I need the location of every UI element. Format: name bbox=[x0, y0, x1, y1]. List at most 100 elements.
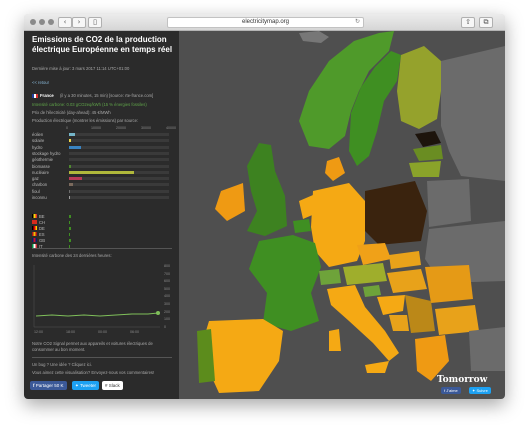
history-y-tick: 700 bbox=[164, 271, 170, 276]
facebook-like-label: J'aime bbox=[446, 388, 458, 393]
country-meta: (il y a 30 minutes, 15 min) [source: rte… bbox=[60, 93, 154, 98]
flag-es-icon bbox=[32, 232, 37, 236]
source-bar-track bbox=[69, 139, 169, 143]
region-sicily bbox=[365, 361, 389, 373]
source-bar[interactable] bbox=[69, 133, 76, 136]
flag-ch-icon bbox=[32, 220, 37, 224]
flag-gb-icon bbox=[32, 238, 37, 242]
history-y-tick: 400 bbox=[164, 294, 170, 299]
source-bar-track bbox=[69, 196, 169, 199]
slack-icon: # bbox=[105, 383, 108, 388]
source-label: géothermie bbox=[32, 157, 53, 163]
region-france bbox=[249, 235, 321, 331]
region-sardinia bbox=[329, 329, 341, 351]
region-czechia bbox=[357, 243, 391, 265]
browser-window: ‹ › ▯ electricitymap.org ↻ ⇧ ⧉ Emissions… bbox=[24, 14, 505, 399]
production-axis-tick: 30000 bbox=[141, 126, 151, 130]
tabs-icon[interactable]: ⧉ bbox=[479, 17, 493, 28]
source-label: fioul bbox=[32, 188, 40, 194]
history-x-tick: 00:00 bbox=[98, 330, 107, 334]
exchange-code: BE bbox=[39, 213, 45, 219]
twitter-follow-button[interactable]: ✦ Suivre bbox=[469, 387, 491, 394]
back-arrow-icon[interactable]: ‹ bbox=[58, 17, 72, 28]
history-x-tick: 06:00 bbox=[130, 330, 139, 334]
divider bbox=[32, 248, 172, 249]
facebook-like-button[interactable]: f J'aime bbox=[441, 387, 461, 394]
history-y-tick: 800 bbox=[164, 264, 170, 268]
reload-icon[interactable]: ↻ bbox=[355, 18, 360, 27]
source-bar-track bbox=[69, 133, 169, 136]
region-estonia bbox=[415, 131, 441, 147]
region-slovakia bbox=[389, 251, 421, 269]
zoom-window-button[interactable] bbox=[48, 19, 54, 25]
slack-button[interactable]: # Slack bbox=[102, 381, 123, 390]
history-x-tick: 12:00 bbox=[34, 330, 43, 334]
source-bar-track bbox=[69, 145, 169, 149]
region-serbia bbox=[405, 295, 435, 333]
price: Prix de l'électricité (day-ahead): 45 €/… bbox=[32, 110, 111, 115]
url-bar[interactable]: electricitymap.org ↻ bbox=[167, 17, 364, 28]
source-bar[interactable] bbox=[69, 196, 70, 199]
close-window-button[interactable] bbox=[30, 19, 36, 25]
history-y-tick: 600 bbox=[164, 279, 170, 284]
source-bar[interactable] bbox=[69, 145, 81, 149]
source-label: nucléaire bbox=[32, 169, 49, 175]
exchange-bar[interactable] bbox=[69, 232, 71, 236]
source-label: stockage hydro bbox=[32, 150, 61, 156]
exchange-bar[interactable] bbox=[69, 226, 72, 230]
exchange-bar[interactable] bbox=[69, 220, 70, 224]
map-svg[interactable] bbox=[179, 31, 505, 399]
region-lithuania bbox=[409, 161, 441, 177]
flag-it-icon bbox=[32, 244, 37, 248]
source-bar[interactable] bbox=[69, 183, 73, 187]
production-axis-tick: 10000 bbox=[91, 126, 101, 130]
source-bar[interactable] bbox=[69, 170, 134, 174]
history-y-tick: 100 bbox=[164, 317, 170, 322]
region-germany bbox=[311, 183, 365, 267]
source-bar[interactable] bbox=[69, 189, 70, 193]
source-bar[interactable] bbox=[69, 164, 71, 168]
source-bar-track bbox=[69, 183, 169, 187]
minimize-window-button[interactable] bbox=[39, 19, 45, 25]
facebook-share-label: Partager 50 K bbox=[35, 383, 64, 388]
region-ireland bbox=[215, 183, 245, 221]
source-bar[interactable] bbox=[69, 139, 71, 143]
history-y-tick: 200 bbox=[164, 309, 170, 314]
exchange-bar[interactable] bbox=[69, 214, 71, 218]
source-label: gaz bbox=[32, 176, 39, 182]
region-slovenia bbox=[363, 285, 381, 297]
region-bulgaria bbox=[435, 305, 479, 335]
region-russia bbox=[441, 46, 505, 181]
source-bar-track bbox=[69, 164, 169, 168]
url-text: electricitymap.org bbox=[241, 19, 289, 25]
region-poland bbox=[365, 181, 427, 245]
history-x-tick: 18:00 bbox=[66, 330, 75, 334]
forward-arrow-icon[interactable]: › bbox=[72, 17, 86, 28]
tweet-button[interactable]: ✦ Tweeter bbox=[72, 381, 99, 390]
tomorrow-logo: Tomorrow bbox=[437, 375, 488, 385]
facebook-share-button[interactable]: f Partager 50 K bbox=[30, 381, 67, 390]
divider-2 bbox=[32, 357, 172, 358]
region-great-britain bbox=[247, 143, 287, 236]
exchange-bar[interactable] bbox=[69, 238, 71, 242]
co2-signal-text: Notre CO2 Signal permet aux appareils et… bbox=[32, 341, 153, 352]
region-austria bbox=[343, 263, 387, 285]
history-y-tick: 500 bbox=[164, 286, 170, 291]
exchange-code: DE bbox=[39, 225, 45, 231]
slack-label: Slack bbox=[108, 383, 120, 388]
production-axis-tick: 0 bbox=[66, 126, 68, 130]
back-link[interactable]: << retour bbox=[32, 80, 49, 85]
region-belgium bbox=[293, 219, 311, 233]
region-finland bbox=[397, 46, 441, 129]
source-bar[interactable] bbox=[69, 177, 82, 181]
history-chart bbox=[33, 265, 160, 328]
page-title: Emissions de CO2 de la production électr… bbox=[32, 35, 173, 54]
source-label: charbon bbox=[32, 182, 48, 188]
bug-link[interactable]: Un bug ? Une idée ? Cliquez ici. bbox=[32, 362, 92, 367]
feedback-link[interactable]: Vous aimez cette visualisation? Envoyez-… bbox=[32, 370, 154, 375]
share-icon[interactable]: ⇧ bbox=[461, 17, 475, 28]
exchange-code: ES bbox=[39, 231, 45, 237]
sidebar-toggle-icon[interactable]: ▯ bbox=[88, 17, 102, 28]
europe-map[interactable]: Tomorrow f J'aime ✦ Suivre bbox=[179, 31, 505, 399]
left-panel: Emissions de CO2 de la production électr… bbox=[24, 31, 179, 399]
